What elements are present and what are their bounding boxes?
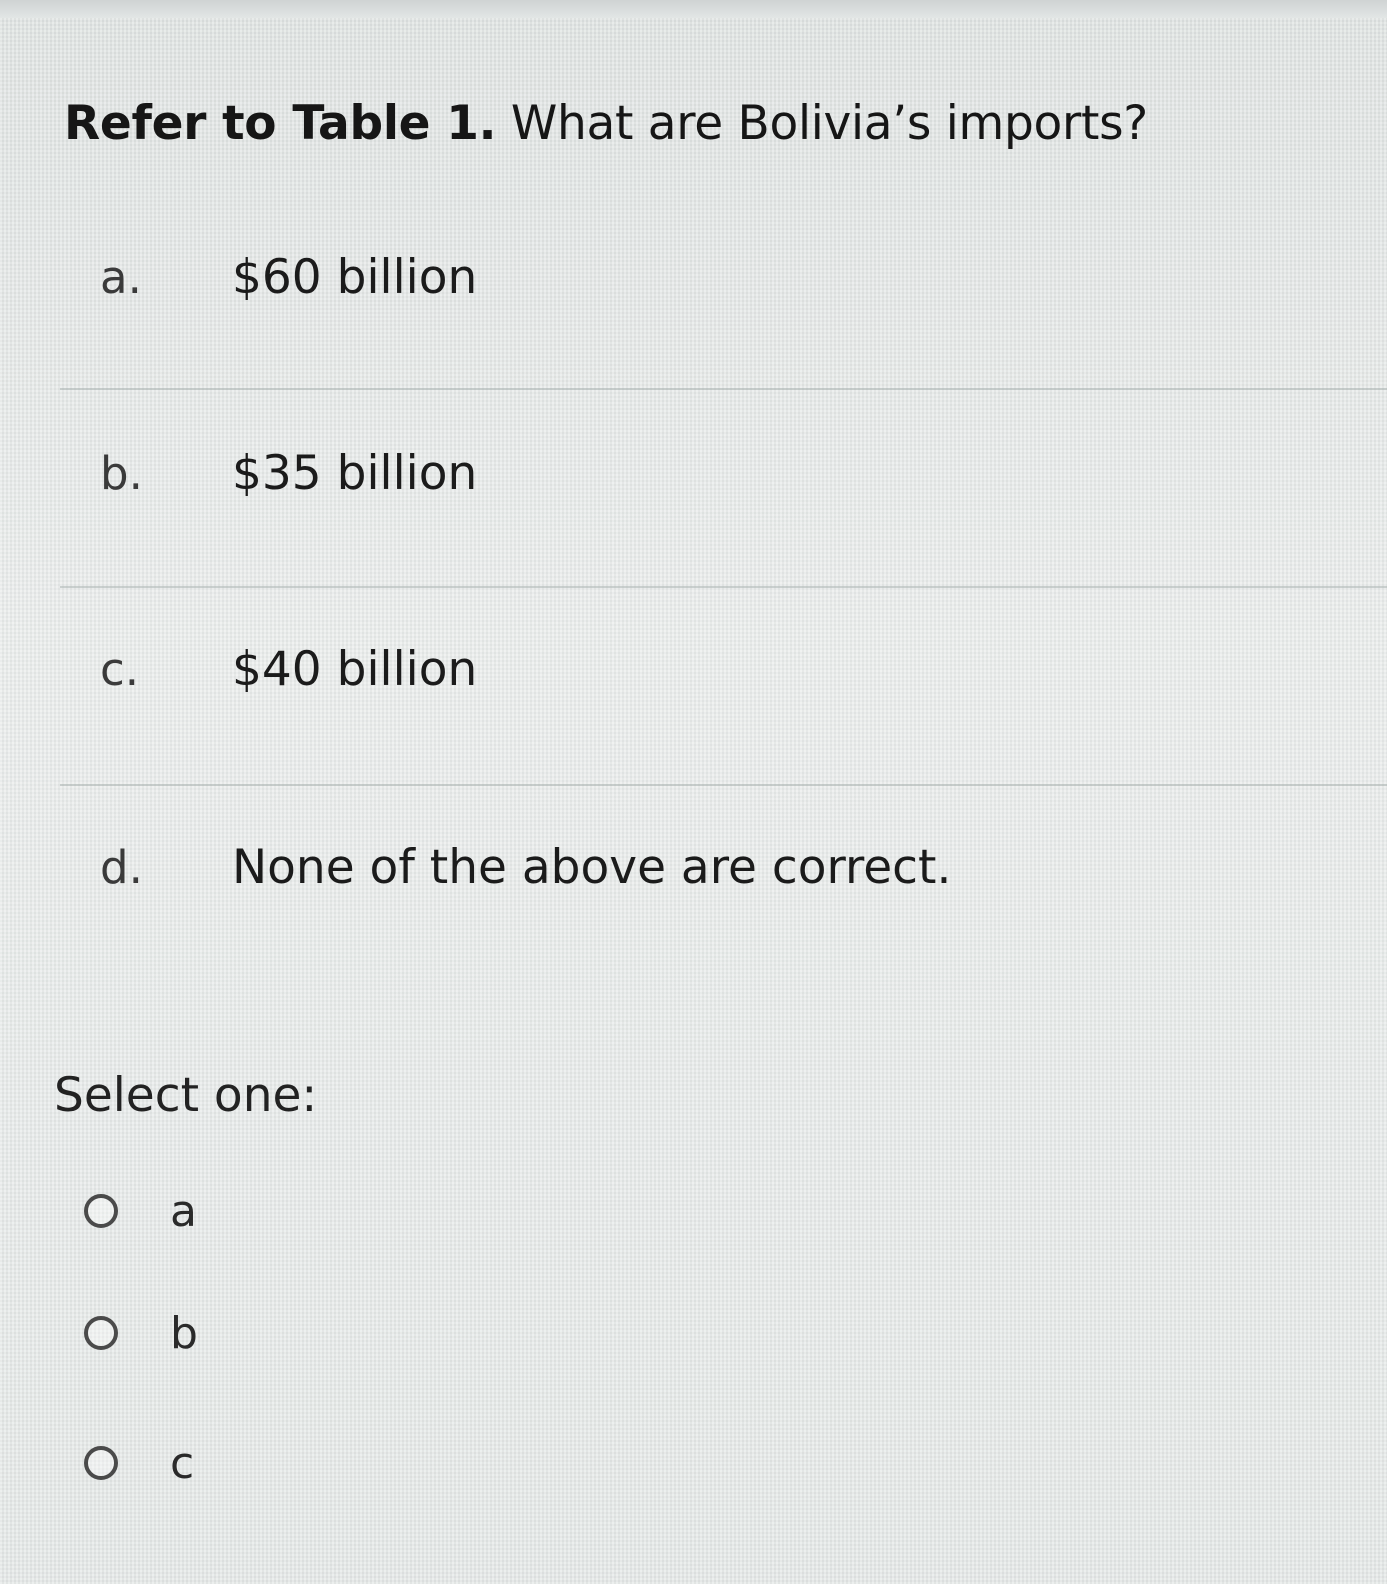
option-letter: b. bbox=[100, 447, 143, 500]
choice-label[interactable]: c bbox=[170, 1436, 194, 1492]
question-text: Refer to Table 1. What are Bolivia’s imp… bbox=[64, 88, 1148, 160]
option-letter: c. bbox=[100, 643, 140, 696]
option-text: $40 billion bbox=[232, 642, 478, 697]
question-reference: Refer to Table 1. bbox=[64, 96, 497, 151]
select-one-prompt: Select one: bbox=[54, 1068, 318, 1123]
option-letter: d. bbox=[100, 841, 143, 894]
option-row-c: c. $40 billion bbox=[0, 586, 1387, 786]
option-row-b: b. $35 billion bbox=[0, 388, 1387, 588]
radio-button-b[interactable] bbox=[84, 1316, 118, 1350]
option-text: $35 billion bbox=[232, 446, 478, 501]
option-text: $60 billion bbox=[232, 250, 478, 305]
choice-label[interactable]: a bbox=[170, 1184, 197, 1240]
choice-b[interactable]: b bbox=[80, 1306, 280, 1366]
option-row-a: a. $60 billion bbox=[0, 190, 1387, 390]
radio-button-a[interactable] bbox=[84, 1194, 118, 1228]
option-letter: a. bbox=[100, 251, 142, 304]
top-edge bbox=[0, 0, 1387, 18]
option-row-d: d. None of the above are correct. bbox=[0, 786, 1387, 986]
choice-c[interactable]: c bbox=[80, 1436, 280, 1496]
choice-label[interactable]: b bbox=[170, 1306, 198, 1362]
choice-a[interactable]: a bbox=[80, 1184, 280, 1244]
option-text: None of the above are correct. bbox=[232, 840, 952, 895]
question-body: What are Bolivia’s imports? bbox=[510, 96, 1148, 151]
radio-button-c[interactable] bbox=[84, 1446, 118, 1480]
